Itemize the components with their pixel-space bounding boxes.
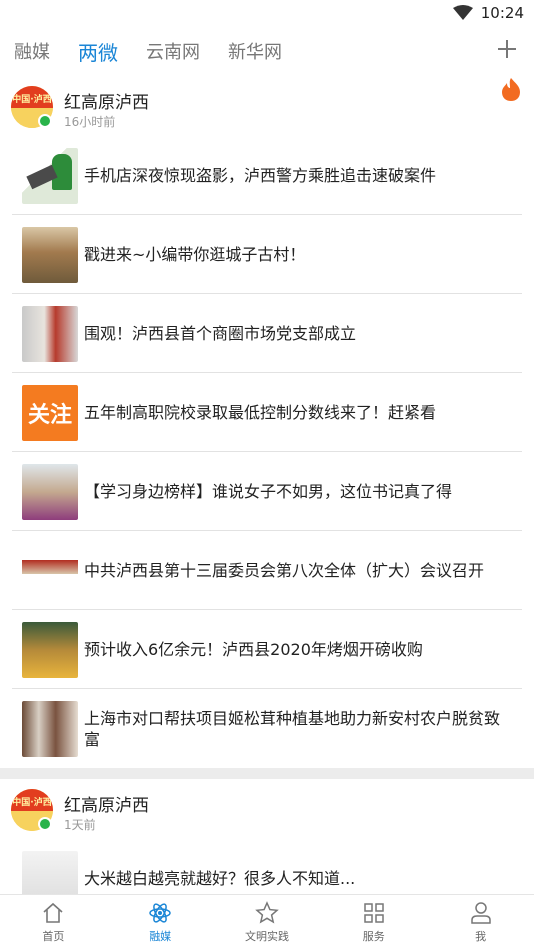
item-title: 围观！泸西县首个商圈市场党支部成立 bbox=[84, 324, 357, 343]
star-icon bbox=[255, 900, 279, 924]
news-feed[interactable]: 中国·泸西 红高原泸西 16小时前 手机店深夜惊现盗影，泸西警方乘胜追击速破案件… bbox=[0, 76, 534, 894]
thumbnail-image bbox=[22, 148, 78, 204]
list-item[interactable]: 大米越白越亮就越好？很多人不知道... bbox=[12, 839, 522, 894]
feed-card: 中国·泸西 红高原泸西 16小时前 手机店深夜惊现盗影，泸西警方乘胜追击速破案件… bbox=[0, 76, 534, 768]
item-title: 五年制高职院校录取最低控制分数线来了！赶紧看 bbox=[84, 403, 437, 422]
feed-card: 中国·泸西 红高原泸西 1天前 大米越白越亮就越好？很多人不知道... bbox=[0, 779, 534, 894]
grid-icon bbox=[364, 902, 384, 923]
card-header: 中国·泸西 红高原泸西 16小时前 bbox=[0, 76, 534, 136]
post-time: 16小时前 bbox=[64, 115, 116, 129]
post-time: 1天前 bbox=[64, 818, 96, 832]
nav-rongmei[interactable]: 融媒 bbox=[107, 895, 214, 949]
atom-icon bbox=[149, 902, 171, 923]
thumbnail-image bbox=[22, 701, 78, 757]
list-item[interactable]: 中共泸西县第十三届委员会第八次全体（扩大）会议召开 bbox=[12, 531, 522, 610]
nav-label: 我 bbox=[475, 929, 487, 943]
status-right: 10:24 bbox=[452, 4, 524, 22]
nav-label: 融媒 bbox=[149, 929, 172, 943]
nav-wenming[interactable]: 文明实践 bbox=[214, 895, 321, 949]
wechat-badge-icon bbox=[38, 817, 52, 831]
item-title: 【学习身边榜样】谁说女子不如男，这位书记真了得 bbox=[84, 482, 453, 501]
item-title: 戳进来~小编带你逛城子古村！ bbox=[84, 245, 306, 264]
tab-rongmei[interactable]: 融媒 bbox=[0, 38, 64, 64]
list-item[interactable]: 关注 五年制高职院校录取最低控制分数线来了！赶紧看 bbox=[12, 373, 522, 452]
item-title: 大米越白越亮就越好？很多人不知道... bbox=[84, 869, 356, 888]
list-item[interactable]: 【学习身边榜样】谁说女子不如男，这位书记真了得 bbox=[12, 452, 522, 531]
status-time: 10:24 bbox=[480, 4, 524, 22]
thumbnail-image bbox=[22, 543, 78, 599]
thumbnail-image bbox=[22, 306, 78, 362]
nav-label: 首页 bbox=[42, 929, 65, 943]
item-title: 预计收入6亿余元！泸西县2020年烤烟开磅收购 bbox=[84, 640, 423, 659]
nav-label: 服务 bbox=[362, 929, 385, 943]
list-item[interactable]: 戳进来~小编带你逛城子古村！ bbox=[12, 215, 522, 294]
bottom-nav: 首页 融媒 文明实践 服务 我 bbox=[0, 894, 534, 949]
card-header: 中国·泸西 红高原泸西 1天前 bbox=[0, 779, 534, 839]
nav-home[interactable]: 首页 bbox=[0, 895, 107, 949]
thumbnail-image bbox=[22, 464, 78, 520]
avatar-logo-text: 中国·泸西 bbox=[12, 95, 52, 105]
tab-xinhuawang[interactable]: 新华网 bbox=[214, 38, 296, 64]
avatar-logo-text: 中国·泸西 bbox=[12, 798, 52, 808]
wechat-badge-icon bbox=[38, 114, 52, 128]
thumbnail-image bbox=[22, 851, 78, 894]
item-title: 手机店深夜惊现盗影，泸西警方乘胜追击速破案件 bbox=[84, 166, 437, 185]
list-item[interactable]: 手机店深夜惊现盗影，泸西警方乘胜追击速破案件 bbox=[12, 136, 522, 215]
fire-icon bbox=[502, 78, 520, 101]
nav-service[interactable]: 服务 bbox=[320, 895, 427, 949]
card-divider bbox=[0, 768, 534, 779]
source-name[interactable]: 红高原泸西 bbox=[64, 791, 149, 816]
list-item[interactable]: 围观！泸西县首个商圈市场党支部成立 bbox=[12, 294, 522, 373]
thumbnail-image: 关注 bbox=[22, 385, 78, 441]
nav-label: 文明实践 bbox=[244, 929, 289, 943]
tab-liangwei[interactable]: 两微 bbox=[64, 37, 132, 66]
list-item[interactable]: 预计收入6亿余元！泸西县2020年烤烟开磅收购 bbox=[12, 610, 522, 689]
thumbnail-image bbox=[22, 622, 78, 678]
top-tab-bar: 融媒 两微 云南网 新华网 bbox=[0, 28, 534, 74]
status-bar: 10:24 bbox=[0, 0, 534, 28]
add-channel-icon[interactable] bbox=[496, 38, 518, 60]
item-title: 上海市对口帮扶项目姬松茸种植基地助力新安村农户脱贫致富 bbox=[84, 708, 501, 749]
thumbnail-image bbox=[22, 227, 78, 283]
nav-me[interactable]: 我 bbox=[427, 895, 534, 949]
wifi-icon bbox=[452, 5, 473, 20]
user-icon bbox=[470, 901, 491, 924]
item-title: 中共泸西县第十三届委员会第八次全体（扩大）会议召开 bbox=[84, 561, 485, 580]
list-item[interactable]: 上海市对口帮扶项目姬松茸种植基地助力新安村农户脱贫致富 bbox=[12, 689, 522, 768]
tab-yunnanwang[interactable]: 云南网 bbox=[132, 38, 214, 64]
home-icon bbox=[43, 902, 63, 923]
source-name[interactable]: 红高原泸西 bbox=[64, 88, 149, 113]
